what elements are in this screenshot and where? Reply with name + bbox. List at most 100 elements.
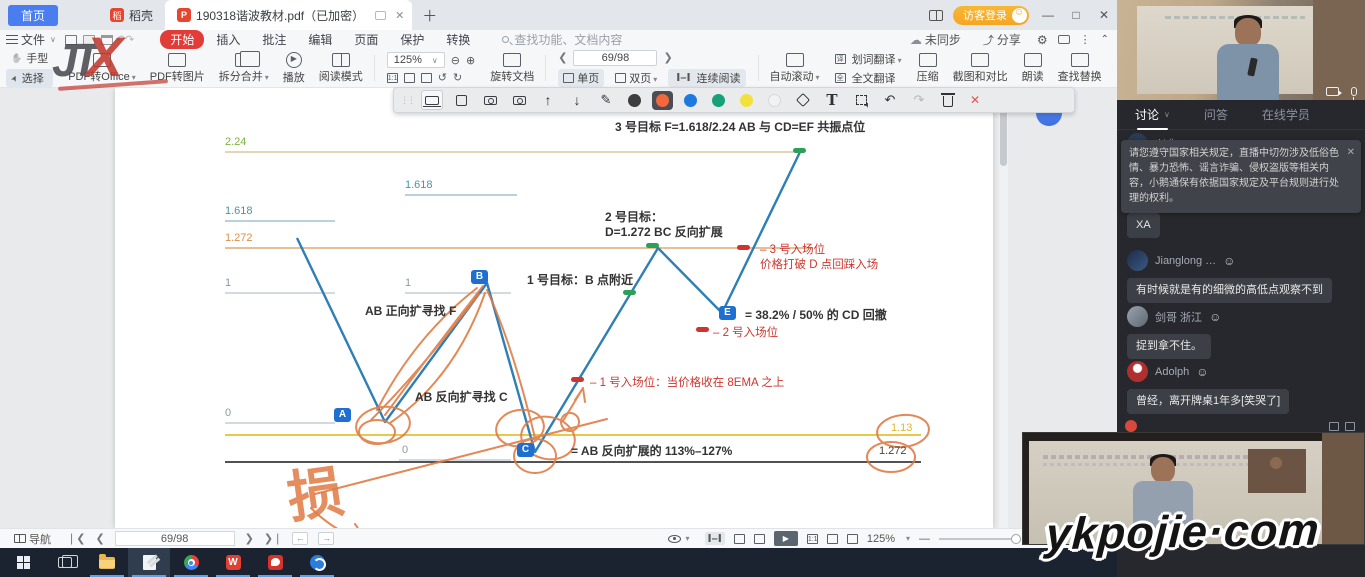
menu-tab-edit[interactable]: 编辑 <box>298 30 342 49</box>
file-explorer-button[interactable] <box>86 548 128 577</box>
maximize-button[interactable]: □ <box>1067 8 1085 22</box>
pdf-to-office-button[interactable]: PDF转Office▾ <box>68 53 136 84</box>
auto-scroll-button[interactable]: 自动滚动▾ <box>770 53 820 84</box>
zoom-select[interactable]: 125%∨ <box>387 52 445 68</box>
wps-taskbar-button[interactable]: W <box>212 548 254 577</box>
zoom-out-icon[interactable]: ⊖ <box>451 54 460 67</box>
classroom-pip-video[interactable] <box>1022 432 1365 545</box>
undo-annotation[interactable]: ↶ <box>879 90 901 110</box>
fit-width-icon[interactable] <box>404 73 415 83</box>
color-orange-selected[interactable] <box>652 91 673 110</box>
guest-login-button[interactable]: 访客登录 <box>953 6 1029 25</box>
fit-page-icon[interactable] <box>847 534 858 544</box>
teacher-video[interactable] <box>1117 0 1365 100</box>
next-page-icon[interactable]: ❯ <box>245 532 254 545</box>
open-file-icon[interactable] <box>65 35 77 45</box>
redo-annotation[interactable]: ↷ <box>908 90 930 110</box>
reading-layout-icon[interactable] <box>929 10 943 21</box>
fit-width-icon[interactable] <box>827 534 838 544</box>
camera-settings-tool[interactable] <box>508 90 530 110</box>
tab-document[interactable]: P 190318谐波教材.pdf（已加密） ✕ <box>165 0 412 30</box>
zoom-in-icon[interactable]: ⊕ <box>466 54 475 67</box>
actual-size-icon[interactable]: 1:1 <box>807 534 818 544</box>
fit-page-icon[interactable] <box>421 73 432 83</box>
tab-qa[interactable]: 问答 <box>1204 100 1228 130</box>
close-tab-icon[interactable]: ✕ <box>395 9 404 22</box>
page-down-tool[interactable]: ↓ <box>566 90 588 110</box>
feedback-icon[interactable] <box>1058 35 1070 44</box>
blue-app-taskbar-button[interactable] <box>296 548 338 577</box>
zoom-slider[interactable] <box>939 538 1017 540</box>
avatar[interactable] <box>1127 361 1148 382</box>
page-number-input[interactable]: 69/98 <box>115 531 235 546</box>
menu-tab-insert[interactable]: 插入 <box>206 30 250 49</box>
first-page-icon[interactable]: ❘❮ <box>67 532 85 545</box>
zoom-decrease-icon[interactable]: — <box>919 533 930 545</box>
full-translate-button[interactable]: 全全文翻译 <box>835 70 902 86</box>
history-forward-icon[interactable]: → <box>318 532 334 545</box>
last-page-icon[interactable]: ❯❘ <box>264 532 282 545</box>
rotate-doc-button[interactable]: 旋转文档 <box>490 53 534 84</box>
grid-icon[interactable] <box>1345 422 1355 431</box>
color-white[interactable] <box>764 91 785 110</box>
split-merge-button[interactable]: 拆分合并▾ <box>219 53 269 84</box>
camera-toggle-icon[interactable] <box>1326 87 1339 96</box>
single-page-button[interactable]: 单页 <box>558 69 604 87</box>
red-app-taskbar-button[interactable] <box>254 548 296 577</box>
pdf-reader-taskbar-button[interactable] <box>128 548 170 577</box>
prev-page-icon[interactable]: ❮ <box>95 532 104 545</box>
close-annotation-toolbar[interactable]: ✕ <box>970 93 980 107</box>
save-annotation-tool[interactable] <box>450 90 472 110</box>
menu-tab-annotate[interactable]: 批注 <box>252 30 296 49</box>
pen-tool[interactable] <box>595 90 617 110</box>
more-icon[interactable]: ⋮ <box>1080 33 1091 46</box>
continuous-read-button[interactable]: Ⅰ–Ⅰ连续阅读 <box>668 69 745 87</box>
start-button[interactable] <box>2 548 44 577</box>
share-button[interactable]: 分享 <box>983 31 1021 48</box>
actual-size-icon[interactable]: 1:1 <box>387 73 398 83</box>
marquee-select-tool[interactable] <box>850 90 872 110</box>
close-icon[interactable]: ✕ <box>1347 145 1355 160</box>
color-yellow[interactable] <box>736 91 757 110</box>
home-tab-button[interactable]: 首页 <box>8 5 58 26</box>
eye-protect-button[interactable]: ▾ <box>668 534 690 543</box>
save-icon[interactable] <box>83 35 95 45</box>
minimize-button[interactable]: — <box>1039 8 1057 22</box>
tab-online-students[interactable]: 在线学员 <box>1262 100 1310 130</box>
tab-docer[interactable]: 稻 稻壳 <box>98 0 165 30</box>
play-button[interactable]: 播放 <box>283 52 305 85</box>
menu-tab-page[interactable]: 页面 <box>344 30 388 49</box>
select-tool-button[interactable]: 选择 <box>6 69 53 87</box>
word-translate-button[interactable]: 译划词翻译▾ <box>835 51 902 67</box>
nav-panel-button[interactable]: 导航 <box>14 531 51 547</box>
history-back-icon[interactable]: ← <box>292 532 308 545</box>
camera-tool[interactable] <box>479 90 501 110</box>
emoji-menu-icon[interactable]: ☺ <box>1209 310 1221 324</box>
gift-icon[interactable] <box>1125 420 1137 432</box>
image-icon[interactable] <box>1329 422 1339 431</box>
next-page-icon[interactable]: ❯ <box>663 51 672 64</box>
sync-status[interactable]: 未同步 <box>910 31 961 48</box>
find-replace-button[interactable]: 查找替换 <box>1058 53 1102 84</box>
vertical-scrollbar[interactable] <box>999 88 1008 528</box>
read-aloud-button[interactable]: 朗读 <box>1022 53 1044 84</box>
search-input[interactable]: 查找功能、文档内容 <box>502 31 622 48</box>
pdf-to-image-button[interactable]: PDF转图片 <box>150 53 205 84</box>
color-green[interactable] <box>708 91 729 110</box>
text-tool[interactable]: T <box>821 90 843 110</box>
rotate-right-icon[interactable]: ↻ <box>453 71 462 84</box>
menu-tab-home[interactable]: 开始 <box>160 30 204 49</box>
task-view-button[interactable] <box>44 548 86 577</box>
menu-tab-protect[interactable]: 保护 <box>390 30 434 49</box>
pdf-page[interactable]: 2.24 1.618 1.618 1.272 1 1 0 0 1.13 1.27… <box>115 88 993 528</box>
collapse-ribbon-icon[interactable]: ⌃ <box>1101 34 1109 45</box>
tab-discussion[interactable]: 讨论∨ <box>1135 100 1170 130</box>
continuous-read-icon[interactable]: Ⅰ–Ⅰ <box>705 532 725 545</box>
emoji-menu-icon[interactable]: ☺ <box>1196 365 1208 379</box>
double-page-icon[interactable] <box>754 534 765 544</box>
emoji-menu-icon[interactable]: ☺ <box>1223 254 1235 268</box>
print-icon[interactable] <box>101 35 113 45</box>
avatar[interactable] <box>1127 306 1148 327</box>
hand-tool-button[interactable]: 手型 <box>6 49 53 67</box>
single-page-icon[interactable] <box>734 534 745 544</box>
